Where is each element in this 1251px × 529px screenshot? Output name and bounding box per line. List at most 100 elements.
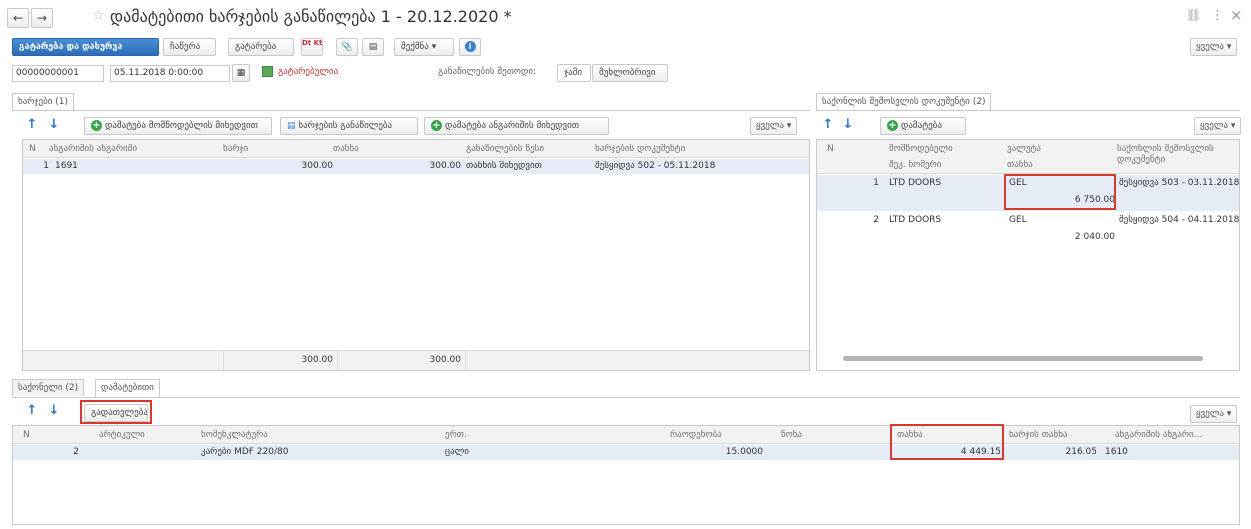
tabs-divider xyxy=(12,397,1240,398)
column-header-supplier[interactable]: მომწოდებელი xyxy=(889,144,953,154)
scrollbar-thumb[interactable] xyxy=(843,356,1203,361)
footer-separator xyxy=(465,350,466,370)
move-up-icon[interactable]: ↑ xyxy=(820,117,836,133)
add-by-account-button[interactable]: + დამატება ანგარიშის მიხედვით xyxy=(424,117,609,135)
horizontal-scrollbar[interactable] xyxy=(823,355,1233,362)
footer-amount-total: 300.00 xyxy=(429,355,462,365)
distribute-expenses-button[interactable]: ▤ ხარჯების განაწილება xyxy=(280,117,418,135)
more-menu-icon[interactable]: ⋮ xyxy=(1211,8,1224,23)
info-button[interactable]: i xyxy=(459,38,481,56)
highlight-amount xyxy=(890,424,1004,460)
column-header-expense-amount[interactable]: ხარჯის თანხა xyxy=(1009,430,1068,440)
info-icon: i xyxy=(464,41,476,52)
column-header-account[interactable]: ანგარიშის ანგარიში xyxy=(49,144,137,154)
row-doc: შესყიდვა 504 - 04.11.2018 xyxy=(1119,215,1240,225)
column-header-account[interactable]: ანგარიშის ანგარი... xyxy=(1115,430,1202,440)
tab-expenses[interactable]: ხარჯები (1) xyxy=(12,93,75,111)
move-down-icon[interactable]: ↓ xyxy=(46,117,62,133)
row-number: 1 xyxy=(873,178,879,188)
create-based-button[interactable]: შექმნა ▾ xyxy=(394,38,454,56)
add-by-supplier-button[interactable]: + დამატება მომწოდებლის მიხედვით xyxy=(84,117,272,135)
chevron-down-icon: ▾ xyxy=(431,42,437,52)
add-receipt-label: დამატება xyxy=(901,121,942,131)
method-option-itemized[interactable]: მუხლობრივი xyxy=(592,64,668,82)
expenses-more-button[interactable]: ყველა ▾ xyxy=(750,117,798,135)
column-header-weight[interactable]: წონა xyxy=(781,430,802,440)
add-by-account-label: დამატება ანგარიშის მიხედვით xyxy=(445,121,579,131)
tab-receipt-documents[interactable]: საქონლის შემოსვლის დოკუმენტი (2) xyxy=(816,93,992,111)
row-quantity: 15.0000 xyxy=(725,447,763,457)
goods-more-button[interactable]: ყველა ▾ xyxy=(1190,405,1238,423)
row-supplier: LTD DOORS xyxy=(889,178,942,188)
move-up-icon[interactable]: ↑ xyxy=(24,403,40,419)
row-account: 1691 xyxy=(55,161,78,171)
footer-separator xyxy=(223,350,224,370)
paperclip-icon: 📎 xyxy=(341,42,353,52)
posted-status-text: გატარებულია xyxy=(278,67,339,77)
column-header-invoice-number[interactable]: შეკ. ნომერი xyxy=(889,160,941,170)
highlight-currency-amount xyxy=(1004,174,1116,210)
column-header-rule[interactable]: განაწილების წესი xyxy=(466,144,544,154)
column-header-unit[interactable]: ერთ. xyxy=(445,430,467,440)
create-based-label: შექმნა xyxy=(401,42,429,52)
calendar-icon: ▦ xyxy=(236,68,246,78)
link-icon[interactable]: ⛓ xyxy=(1186,8,1201,22)
column-header-amount[interactable]: თანხა xyxy=(333,144,359,154)
back-arrow-icon: ← xyxy=(12,11,24,25)
column-header-n[interactable]: N xyxy=(23,430,30,440)
method-label: განაწილების მეთოდი: xyxy=(438,67,537,77)
row-number: 2 xyxy=(873,215,879,225)
row-supplier: LTD DOORS xyxy=(889,215,942,225)
column-header-doc[interactable]: ხარჯების დოკუმენტი xyxy=(595,144,685,154)
document-icon: ▤ xyxy=(368,42,378,52)
tab-additional[interactable]: დამატებითი xyxy=(95,379,160,397)
page-title: დამატებითი ხარჯების განაწილება 1 - 20.12… xyxy=(110,7,512,26)
title-bar: ← → ☆ დამატებითი ხარჯების განაწილება 1 -… xyxy=(0,0,1251,34)
method-option-sum[interactable]: ჯამი xyxy=(557,64,591,82)
forward-button[interactable]: → xyxy=(31,8,53,28)
attach-button[interactable]: 📎 xyxy=(336,38,358,56)
more-actions-button[interactable]: ყველა ▾ xyxy=(1190,38,1238,56)
column-header-n[interactable]: N xyxy=(827,144,834,154)
add-icon: + xyxy=(431,120,442,131)
distribute-label: ხარჯების განაწილება xyxy=(298,121,393,131)
save-button[interactable]: ჩაწერა xyxy=(163,38,216,56)
highlight-recalculate xyxy=(80,400,152,424)
favorite-star-icon[interactable]: ☆ xyxy=(92,8,105,24)
column-header-currency[interactable]: ვალუტა xyxy=(1007,144,1041,154)
row-expense-amount: 216.05 xyxy=(1065,447,1098,457)
row-doc: შესყიდვა 502 - 05.11.2018 xyxy=(595,161,716,171)
column-header-amount[interactable]: თანხა xyxy=(1007,160,1033,170)
row-account: 1610 xyxy=(1105,447,1128,457)
add-receipt-button[interactable]: + დამატება xyxy=(880,117,966,135)
back-button[interactable]: ← xyxy=(7,8,29,28)
document-date-field[interactable]: 05.11.2018 0:00:00 xyxy=(110,65,230,82)
tabs-divider xyxy=(12,110,810,111)
footer-expense-total: 300.00 xyxy=(301,355,334,365)
column-header-n[interactable]: N xyxy=(29,144,36,154)
move-down-icon[interactable]: ↓ xyxy=(840,117,856,133)
column-header-nomenclature[interactable]: ნომენკლატურა xyxy=(201,430,268,440)
column-header-receipt-doc[interactable]: საქონლის შემოსვლის დოკუმენტი xyxy=(1117,144,1239,166)
dt-kt-button[interactable]: Dt Kt xyxy=(301,38,323,56)
more-label: ყველა xyxy=(1196,409,1224,419)
post-button[interactable]: გატარება xyxy=(228,38,294,56)
expenses-table-header xyxy=(23,140,809,158)
close-icon[interactable]: × xyxy=(1230,6,1243,24)
move-up-icon[interactable]: ↑ xyxy=(24,117,40,133)
column-header-quantity[interactable]: რაოდენობა xyxy=(670,430,722,440)
document-number-field[interactable]: 00000000001 xyxy=(12,65,104,82)
column-header-article[interactable]: არტიკული xyxy=(99,430,145,440)
post-and-close-button[interactable]: გატარება და დახურვა xyxy=(12,38,159,56)
move-down-icon[interactable]: ↓ xyxy=(46,403,62,419)
row-expense: 300.00 xyxy=(301,161,334,171)
calendar-button[interactable]: ▦ xyxy=(232,64,250,82)
document-button[interactable]: ▤ xyxy=(362,38,384,56)
row-number: 1 xyxy=(43,161,49,171)
goods-table: N არტიკული ნომენკლატურა ერთ. რაოდენობა წ… xyxy=(12,425,1240,525)
posted-status-icon xyxy=(262,66,273,77)
tab-goods[interactable]: საქონელი (2) xyxy=(12,379,85,396)
add-icon: + xyxy=(91,120,102,131)
receipts-more-button[interactable]: ყველა ▾ xyxy=(1194,117,1242,135)
column-header-expense[interactable]: ხარჯი xyxy=(223,144,248,154)
